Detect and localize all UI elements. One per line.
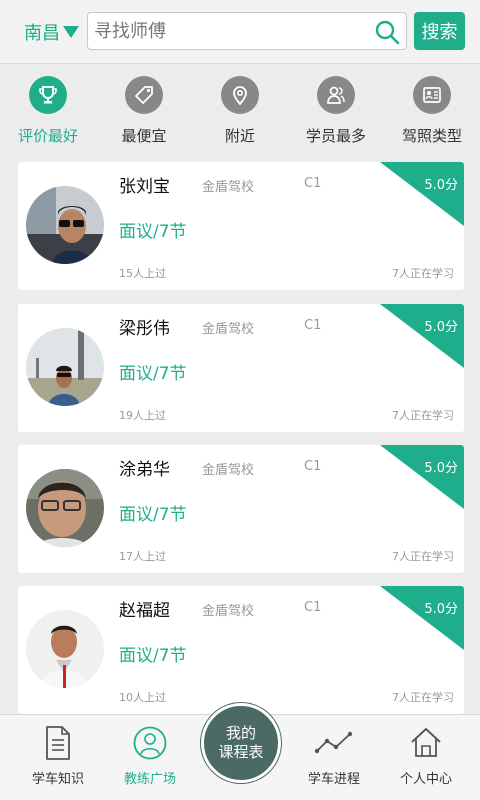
filter-cheapest[interactable]: 最便宜 [96,64,192,154]
coach-school: 金盾驾校 [202,463,255,478]
price-tag-icon [125,76,163,114]
filter-label: 附近 [224,127,255,145]
search-icon[interactable] [374,19,400,45]
coach-name: 梁彤伟 [119,319,170,339]
nav-label: 学车知识 [31,772,84,787]
coach-learning-count: 7人正在学习 [392,550,454,563]
coach-name: 张刘宝 [119,177,170,197]
coach-passed-count: 15人上过 [119,267,166,280]
filter-tabs: 评价最好 最便宜 附近 学员最多 驾照类型 [0,64,480,154]
coach-card[interactable]: 赵福超 金盾驾校 C1 面议/7节 10人上过 7人正在学习 5.0分 [18,586,464,714]
home-icon [411,728,441,757]
coach-score: 5.0分 [424,320,458,335]
coach-passed-count: 19人上过 [119,409,166,422]
score-ribbon [380,445,464,509]
score-ribbon [380,586,464,650]
coach-license-type: C1 [304,176,322,191]
license-card-icon [413,76,451,114]
city-label: 南昌 [24,23,60,44]
nav-personal-center[interactable]: 个人中心 [380,715,472,800]
caret-down-icon [63,26,79,38]
filter-label: 最便宜 [121,127,167,145]
nav-label: 学车进程 [307,772,360,787]
schedule-label-line2: 课程表 [218,743,264,761]
filter-label: 驾照类型 [401,127,462,145]
coach-score: 5.0分 [424,602,458,617]
coach-card[interactable]: 涂弟华 金盾驾校 C1 面议/7节 17人上过 7人正在学习 5.0分 [18,445,464,573]
schedule-label-line1: 我的 [225,724,256,742]
coach-license-type: C1 [304,600,322,615]
coach-card[interactable]: 梁彤伟 金盾驾校 C1 面议/7节 19人上过 7人正在学习 5.0分 [18,304,464,432]
coach-learning-count: 7人正在学习 [392,267,454,280]
nav-label: 教练广场 [123,772,176,787]
coach-avatar [26,610,104,688]
coach-license-type: C1 [304,318,322,333]
search-box [87,12,407,50]
coach-score: 5.0分 [424,461,458,476]
document-icon [46,726,70,760]
coach-avatar [26,469,104,547]
coach-avatar [26,328,104,406]
coach-learning-count: 7人正在学习 [392,409,454,422]
progress-chart-icon [314,731,353,754]
coach-price: 面议/7节 [119,505,187,525]
coach-school: 金盾驾校 [202,604,255,619]
coach-avatar [26,186,104,264]
filter-most-students[interactable]: 学员最多 [288,64,384,154]
filter-license-type[interactable]: 驾照类型 [384,64,480,154]
coach-passed-count: 17人上过 [119,550,166,563]
filter-label: 评价最好 [17,127,78,145]
coach-score: 5.0分 [424,178,458,193]
search-input[interactable] [94,17,364,45]
coach-price: 面议/7节 [119,222,187,242]
nav-label: 个人中心 [399,772,452,787]
coach-license-type: C1 [304,459,322,474]
score-ribbon [380,162,464,226]
coach-card[interactable]: 张刘宝 金盾驾校 C1 面议/7节 15人上过 7人正在学习 5.0分 [18,162,464,290]
people-icon [317,76,355,114]
location-pin-icon [221,76,259,114]
nav-driving-knowledge[interactable]: 学车知识 [12,715,104,800]
coach-school: 金盾驾校 [202,180,255,195]
filter-best-rated[interactable]: 评价最好 [0,64,96,154]
coach-price: 面议/7节 [119,646,187,666]
score-ribbon [380,304,464,368]
coach-name: 涂弟华 [119,460,170,480]
top-bar: 南昌 搜索 [0,0,480,64]
coach-school: 金盾驾校 [202,322,255,337]
nav-learning-progress[interactable]: 学车进程 [288,715,380,800]
search-button[interactable]: 搜索 [414,12,465,50]
coach-price: 面议/7节 [119,364,187,384]
coach-avatar-icon [133,726,167,760]
trophy-icon [29,76,67,114]
coach-name: 赵福超 [119,601,170,621]
nav-coach-square[interactable]: 教练广场 [104,715,196,800]
my-schedule-button[interactable]: 我的 课程表 [201,703,281,783]
coach-learning-count: 7人正在学习 [392,691,454,704]
filter-label: 学员最多 [305,127,366,145]
city-selector[interactable]: 南昌 [24,18,79,46]
filter-nearby[interactable]: 附近 [192,64,288,154]
coach-passed-count: 10人上过 [119,691,166,704]
